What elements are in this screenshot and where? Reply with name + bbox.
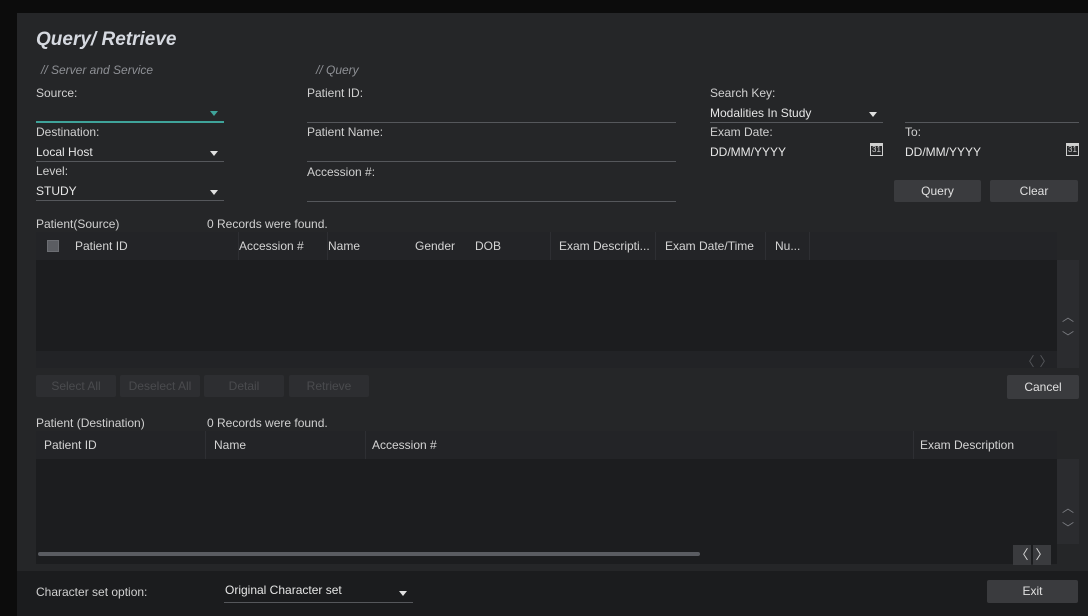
query-retrieve-window: Query/ Retrieve // Server and Service //… (17, 13, 1088, 616)
dest-table-header: Patient ID Name Accession # Exam Descrip… (36, 431, 1057, 459)
exam-date-label: Exam Date: (710, 125, 773, 139)
source-label: Source: (36, 86, 78, 100)
select-all-button[interactable]: Select All (36, 375, 116, 397)
source-horizontal-scrollbar[interactable] (36, 351, 1057, 368)
column-header-name[interactable]: Name (328, 232, 409, 260)
chevron-left-icon[interactable]: 〈 (1019, 352, 1037, 372)
charset-dropdown[interactable]: Original Character set (224, 581, 413, 603)
deselect-all-button[interactable]: Deselect All (120, 375, 200, 397)
calendar-icon[interactable]: 31 (1066, 143, 1079, 156)
scroll-down-icon[interactable]: ﹀ (1060, 519, 1076, 536)
exam-date-from-value: DD/MM/YYYY (710, 145, 787, 159)
accession-input[interactable] (307, 182, 676, 202)
exam-date-from-input[interactable]: DD/MM/YYYY 31 (710, 142, 883, 162)
destination-underline (36, 161, 224, 162)
chevron-right-icon[interactable]: 〉 (1033, 545, 1051, 565)
level-value: STUDY (36, 184, 77, 198)
patient-id-label: Patient ID: (307, 86, 364, 100)
query-button[interactable]: Query (894, 180, 981, 202)
source-vertical-scrollbar[interactable]: ︿ ﹀ (1057, 260, 1079, 368)
charset-value: Original Character set (225, 583, 342, 597)
to-label: To: (905, 125, 922, 139)
charset-underline (224, 602, 413, 603)
chevron-down-icon (869, 112, 877, 117)
clear-button[interactable]: Clear (990, 180, 1078, 202)
chevron-down-icon (210, 111, 218, 116)
level-label: Level: (36, 164, 69, 178)
destination-value: Local Host (36, 145, 93, 159)
column-header-exam-datetime[interactable]: Exam Date/Time (656, 232, 766, 260)
patient-name-underline (307, 161, 676, 162)
server-section-header: // Server and Service (41, 63, 154, 77)
column-header-accession[interactable]: Accession # (239, 232, 328, 260)
scroll-up-icon[interactable]: ︿ (1060, 308, 1076, 325)
search-key-value-input[interactable] (905, 103, 1079, 123)
cancel-button[interactable]: Cancel (1007, 375, 1079, 399)
search-key-value: Modalities In Study (710, 106, 812, 120)
scroll-down-icon[interactable]: ﹀ (1060, 328, 1076, 345)
accession-label: Accession #: (307, 165, 376, 179)
charset-label: Character set option: (36, 585, 148, 599)
exam-date-to-input[interactable]: DD/MM/YYYY 31 (905, 142, 1079, 162)
search-key-label: Search Key: (710, 86, 776, 100)
bottom-bar: Character set option: Original Character… (17, 571, 1088, 616)
dest-column-header-name[interactable]: Name (206, 431, 366, 459)
destination-table: Patient ID Name Accession # Exam Descrip… (36, 431, 1057, 544)
patient-id-input[interactable] (307, 103, 676, 123)
dest-table-label: Patient (Destination) (36, 416, 145, 430)
column-header-exam-description[interactable]: Exam Descripti... (551, 232, 656, 260)
dest-column-header-patient-id[interactable]: Patient ID (36, 431, 206, 459)
select-all-checkbox[interactable] (47, 240, 59, 252)
exit-button[interactable]: Exit (987, 580, 1078, 603)
page-title: Query/ Retrieve (36, 29, 177, 50)
column-header-dob[interactable]: DOB (457, 232, 551, 260)
column-header-gender[interactable]: Gender (409, 232, 457, 260)
dest-column-header-exam-description[interactable]: Exam Description (914, 431, 1057, 459)
query-section-header: // Query (316, 63, 359, 77)
dest-records-count: 0 Records were found. (207, 416, 328, 430)
dest-horizontal-scrollbar[interactable] (36, 544, 1057, 564)
search-key-value-underline (905, 122, 1079, 123)
calendar-icon[interactable]: 31 (870, 143, 883, 156)
dest-vertical-scrollbar[interactable]: ︿ ﹀ (1057, 459, 1079, 544)
patient-name-input[interactable] (307, 142, 676, 162)
chevron-down-icon (399, 591, 407, 596)
chevron-left-icon[interactable]: 〈 (1013, 545, 1031, 565)
search-key-underline (710, 122, 883, 123)
source-dropdown[interactable] (36, 103, 224, 123)
retrieve-button[interactable]: Retrieve (289, 375, 369, 397)
scroll-up-icon[interactable]: ︿ (1060, 499, 1076, 516)
select-all-column: Patient ID (36, 232, 239, 260)
search-key-dropdown[interactable]: Modalities In Study (710, 103, 883, 123)
destination-dropdown[interactable]: Local Host (36, 142, 224, 162)
patient-name-label: Patient Name: (307, 125, 384, 139)
column-header-number[interactable]: Nu... (766, 232, 810, 260)
level-underline (36, 200, 224, 201)
column-header[interactable]: Patient ID (75, 232, 128, 260)
source-table-label: Patient(Source) (36, 217, 120, 231)
source-underline (36, 121, 224, 123)
source-table: Patient ID Accession # Name Gender DOB E… (36, 232, 1057, 368)
detail-button[interactable]: Detail (204, 375, 284, 397)
chevron-right-icon[interactable]: 〉 (1037, 352, 1055, 372)
source-table-header: Patient ID Accession # Name Gender DOB E… (36, 232, 1057, 260)
dest-column-header-accession[interactable]: Accession # (366, 431, 914, 459)
patient-id-underline (307, 122, 676, 123)
accession-underline (307, 201, 676, 202)
source-records-count: 0 Records were found. (207, 217, 328, 231)
chevron-down-icon (210, 190, 218, 195)
level-dropdown[interactable]: STUDY (36, 181, 224, 201)
destination-label: Destination: (36, 125, 100, 139)
exam-date-to-value: DD/MM/YYYY (905, 145, 982, 159)
dest-scroll-thumb[interactable] (38, 552, 700, 556)
chevron-down-icon (210, 151, 218, 156)
